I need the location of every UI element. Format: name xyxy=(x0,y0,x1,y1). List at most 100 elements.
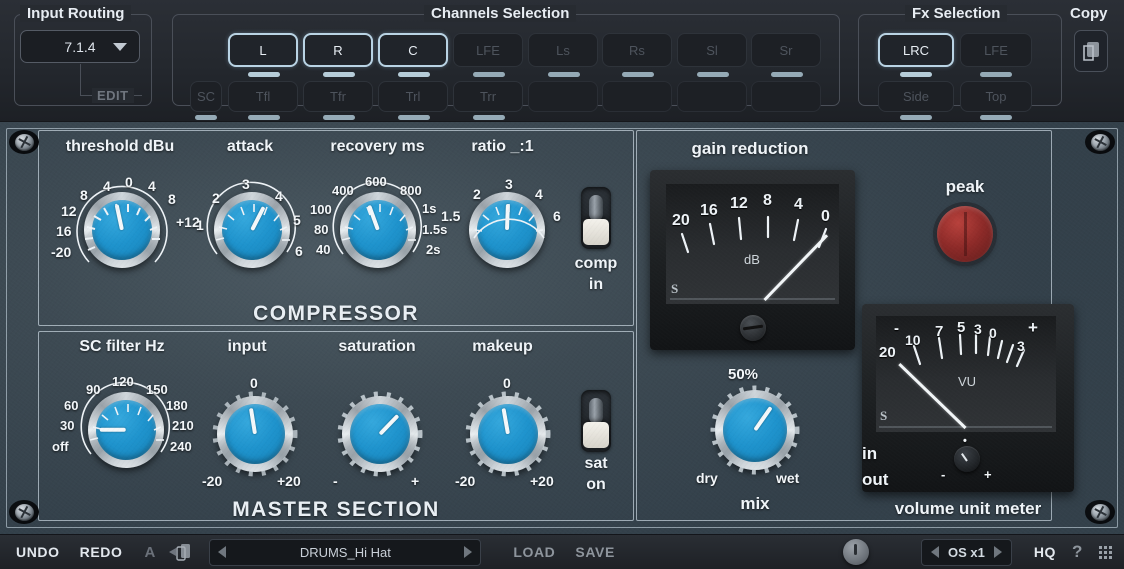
power-button[interactable] xyxy=(843,539,869,565)
channel-label: Sl xyxy=(706,43,718,58)
copy-settings-icon[interactable] xyxy=(169,542,189,562)
screw-bottom-left xyxy=(9,500,39,524)
gr-logo: S xyxy=(671,281,678,297)
channel-label: Trr xyxy=(480,89,496,104)
makeup-scale-max: +20 xyxy=(530,473,554,489)
channel-button-rs[interactable]: Rs xyxy=(602,33,672,67)
os-prev-button[interactable] xyxy=(931,546,939,558)
channel-button-sl[interactable]: Sl xyxy=(677,33,747,67)
mix-knob-group: 50% dry wet mix xyxy=(700,362,810,502)
preset-selector[interactable]: DRUMS_Hi Hat xyxy=(209,539,481,566)
preset-prev-button[interactable] xyxy=(218,546,226,558)
saturation-knob-pointer xyxy=(379,414,400,435)
channel-button-empty-3[interactable] xyxy=(677,81,747,112)
makeup-knob[interactable] xyxy=(470,396,546,472)
gr-adjust-screw[interactable] xyxy=(740,315,766,341)
channel-button-sr[interactable]: Sr xyxy=(751,33,821,67)
oversampling-selector[interactable]: OS x1 xyxy=(921,539,1012,566)
channel-label: LFE xyxy=(476,43,500,58)
sc-filter-knob-group: off 30 60 90 120 150 180 210 240 xyxy=(70,370,195,480)
channel-button-lfe[interactable]: LFE xyxy=(453,33,523,67)
sc-filter-scale-6: 180 xyxy=(166,398,188,413)
fx-button-lrc[interactable]: LRC xyxy=(878,33,954,67)
channel-underbar-sc xyxy=(195,115,217,120)
vu-scale-1: 20 xyxy=(879,344,896,361)
recovery-scale-5: 800 xyxy=(400,183,422,198)
vu-trim-knob[interactable] xyxy=(954,446,980,472)
channel-button-tfl[interactable]: Tfl xyxy=(228,81,298,112)
fx-button-top[interactable]: Top xyxy=(960,81,1032,112)
copy-icon xyxy=(1081,40,1101,62)
comp-in-toggle[interactable] xyxy=(581,187,611,249)
gr-unit: dB xyxy=(744,252,760,267)
channel-button-c[interactable]: C xyxy=(378,33,448,67)
channel-button-trl[interactable]: Trl xyxy=(378,81,448,112)
attack-knob-group: 1 2 3 4 5 6 xyxy=(200,170,310,280)
recovery-scale-6: 1s xyxy=(422,201,436,216)
peak-lamp xyxy=(937,206,993,262)
vu-scale-6: 0 xyxy=(989,325,997,341)
channel-underbar-sr xyxy=(771,72,803,77)
save-button[interactable]: SAVE xyxy=(575,544,615,560)
redo-button[interactable]: REDO xyxy=(80,544,123,560)
gain-reduction-title: gain reduction xyxy=(650,139,850,159)
channel-label: L xyxy=(259,43,266,58)
preset-next-button[interactable] xyxy=(464,546,472,558)
sc-filter-scale-3: 90 xyxy=(86,382,100,397)
ratio-knob-group: 1.5 2 3 4 6 xyxy=(455,170,565,280)
os-next-button[interactable] xyxy=(994,546,1002,558)
makeup-label: makeup xyxy=(445,338,560,356)
sc-filter-knob[interactable] xyxy=(88,392,164,468)
mix-label: mix xyxy=(700,494,810,514)
threshold-label: threshold dBu xyxy=(45,138,195,156)
ratio-scale-1: 2 xyxy=(473,186,481,202)
fx-button-lfe[interactable]: LFE xyxy=(960,33,1032,67)
fx-button-side[interactable]: Side xyxy=(878,81,954,112)
sc-filter-label: SC filter Hz xyxy=(48,338,196,356)
ratio-knob[interactable] xyxy=(469,192,545,268)
sat-on-toggle-bat xyxy=(583,422,609,448)
input-knob-pointer xyxy=(249,408,257,434)
threshold-knob-group: -20 16 12 8 4 0 4 8 +12 xyxy=(70,170,190,280)
recovery-scale-0: 40 xyxy=(316,242,330,257)
master-section-title: MASTER SECTION xyxy=(38,498,634,522)
recovery-knob[interactable] xyxy=(340,192,416,268)
channel-button-tfr[interactable]: Tfr xyxy=(303,81,373,112)
saturation-knob[interactable] xyxy=(342,396,418,472)
ratio-scale-4: 6 xyxy=(553,208,561,224)
fx-underbar-side xyxy=(900,115,932,120)
gr-scale-0: 20 xyxy=(672,212,690,230)
saturation-label: saturation xyxy=(312,338,442,356)
screw-top-right xyxy=(1085,130,1115,154)
copy-button[interactable] xyxy=(1074,30,1108,72)
channel-button-r[interactable]: R xyxy=(303,33,373,67)
vu-unit: VU xyxy=(958,374,976,389)
sc-filter-scale-5: 150 xyxy=(146,382,168,397)
undo-button[interactable]: UNDO xyxy=(16,544,60,560)
ratio-label: ratio _:1 xyxy=(440,138,565,156)
comp-in-toggle-bat xyxy=(583,219,609,245)
channel-button-empty-2[interactable] xyxy=(602,81,672,112)
input-knob[interactable] xyxy=(217,396,293,472)
mix-knob[interactable] xyxy=(715,390,795,470)
channel-button-l[interactable]: L xyxy=(228,33,298,67)
channel-button-empty-4[interactable] xyxy=(751,81,821,112)
ab-compare-button[interactable]: A xyxy=(144,544,155,561)
sat-on-label-1: sat xyxy=(556,455,636,473)
input-routing-dropdown[interactable]: 7.1.4 xyxy=(20,30,140,63)
help-button[interactable]: ? xyxy=(1072,542,1083,562)
channel-button-sc[interactable]: SC xyxy=(190,81,222,112)
resize-grip-icon[interactable] xyxy=(1099,546,1112,559)
channel-button-ls[interactable]: Ls xyxy=(528,33,598,67)
ratio-scale-0: 1.5 xyxy=(441,208,460,224)
makeup-knob-pointer xyxy=(502,408,510,434)
load-button[interactable]: LOAD xyxy=(513,544,555,560)
fx-label: Top xyxy=(986,89,1007,104)
channel-underbar-trr xyxy=(473,115,505,120)
hq-button[interactable]: HQ xyxy=(1034,544,1056,560)
sat-on-toggle[interactable] xyxy=(581,390,611,452)
threshold-knob[interactable] xyxy=(84,192,160,268)
oversampling-value: OS x1 xyxy=(948,545,985,560)
channel-button-trr[interactable]: Trr xyxy=(453,81,523,112)
channel-button-empty-1[interactable] xyxy=(528,81,598,112)
